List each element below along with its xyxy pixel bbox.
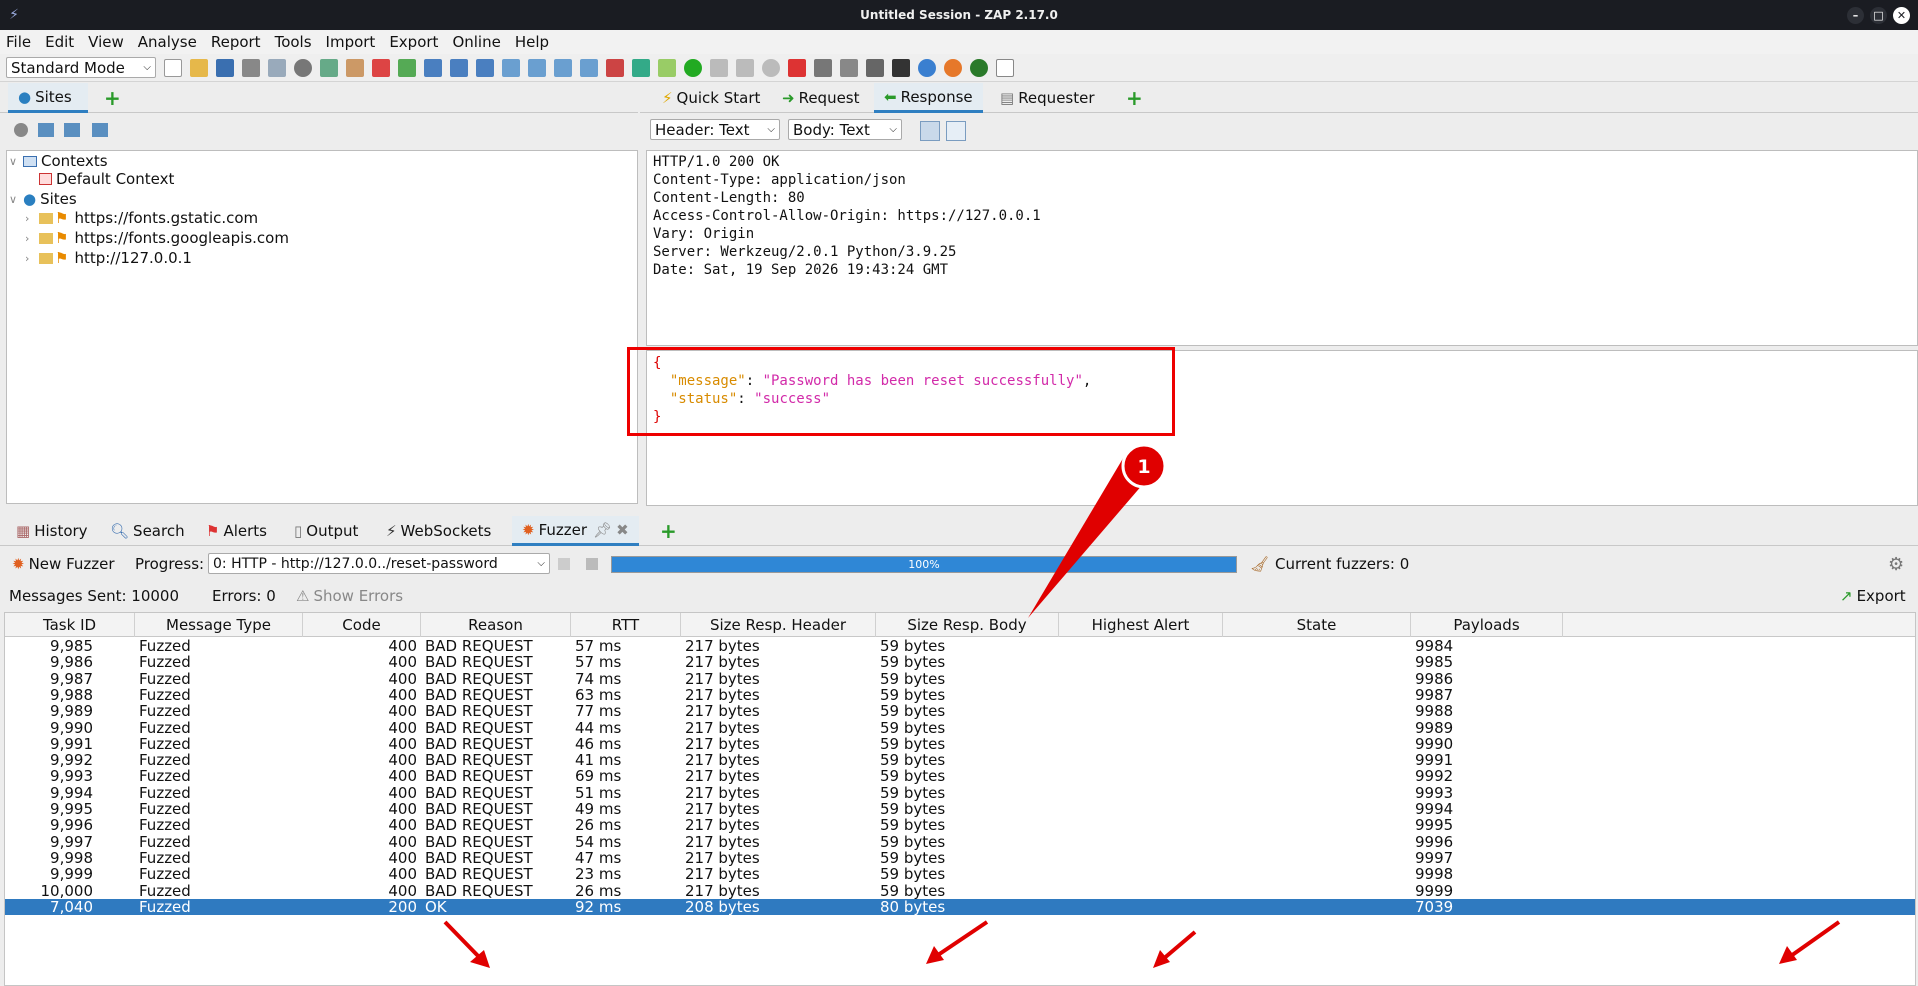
annotation-overlay: 1: [443, 443, 1841, 968]
red-arrow: [926, 920, 989, 964]
annotation-badge-number: 1: [1137, 456, 1150, 478]
red-arrow: [1779, 920, 1841, 964]
red-arrow: [443, 920, 490, 968]
red-arrow: [1153, 930, 1197, 968]
